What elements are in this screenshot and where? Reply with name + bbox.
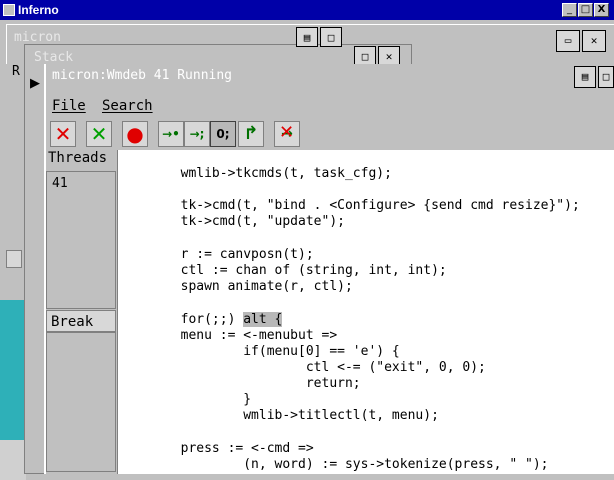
- play-arrow-icon[interactable]: ▶: [30, 76, 40, 91]
- stack-resize-button[interactable]: □: [354, 46, 376, 66]
- code-line: spawn animate(r, ctl);: [118, 279, 353, 294]
- code-line: }: [118, 392, 252, 407]
- kill-button[interactable]: ✕: [50, 121, 76, 147]
- detach-button[interactable]: ✕: [86, 121, 112, 147]
- menu-file[interactable]: File: [52, 98, 86, 114]
- close-button[interactable]: X: [594, 3, 609, 17]
- stack-icon-button[interactable]: ▤: [296, 27, 318, 47]
- source-code-panel[interactable]: wmlib->tkcmds(t, task_cfg); tk->cmd(t, "…: [117, 150, 614, 474]
- break-label: Break: [46, 310, 116, 332]
- code-line: menu := <-menubut =>: [118, 328, 338, 343]
- micron-r-label: R: [12, 64, 20, 79]
- wmdeb-icon-button[interactable]: ▤: [574, 66, 596, 88]
- stack-max-button[interactable]: □: [320, 27, 342, 47]
- threads-label: Threads: [48, 150, 116, 172]
- wmdeb-title: micron:Wmdeb 41 Running: [52, 68, 233, 83]
- code-line: if(menu[0] == 'e') {: [118, 344, 400, 359]
- menu-file-label: File: [52, 98, 86, 114]
- maximize-button[interactable]: □: [578, 3, 593, 17]
- stop-button[interactable]: ●: [122, 121, 148, 147]
- outer-title-bar: Inferno: [0, 0, 614, 20]
- outer-title: Inferno: [18, 3, 59, 17]
- break-list: [46, 332, 116, 472]
- step-into-button[interactable]: →•: [158, 121, 184, 147]
- background-strip: [0, 300, 26, 440]
- clear-breakpoint-button[interactable]: → ✕: [274, 121, 300, 147]
- code-line: ctl := chan of (string, int, int);: [118, 263, 447, 278]
- wmdeb-resize-button[interactable]: □: [598, 66, 614, 88]
- micron-close-button[interactable]: ✕: [582, 30, 606, 52]
- stack-title: Stack: [34, 50, 74, 65]
- thread-item[interactable]: 41: [52, 176, 68, 191]
- menu-search[interactable]: Search: [102, 98, 153, 114]
- code-line-for: for(;;) alt {: [118, 312, 283, 328]
- code-line: tk->cmd(t, "bind . <Configure> {send cmd…: [118, 198, 580, 213]
- clear-x-icon: ✕: [279, 122, 295, 143]
- minimize-button[interactable]: _: [562, 3, 577, 17]
- code-line: tk->cmd(t, "update");: [118, 214, 345, 229]
- code-line-for-text: for(;;): [118, 312, 244, 327]
- code-line: return;: [118, 376, 361, 391]
- scroll-thumb[interactable]: [6, 250, 22, 268]
- step-out-button[interactable]: 0;: [210, 121, 236, 147]
- code-line: (n, word) := sys->tokenize(press, " ");: [118, 457, 549, 472]
- window-menu-icon[interactable]: [3, 4, 15, 16]
- code-line: wmlib->tkcmds(t, task_cfg);: [118, 166, 392, 181]
- stack-close-button[interactable]: ✕: [378, 46, 400, 66]
- code-line: wmlib->titlectl(t, menu);: [118, 408, 439, 423]
- code-line: r := canvposn(t);: [118, 247, 314, 262]
- code-line: ctl <-= ("exit", 0, 0);: [118, 360, 486, 375]
- micron-minimize-button[interactable]: ▭: [556, 30, 580, 52]
- step-over-button[interactable]: →;: [184, 121, 210, 147]
- menu-search-label: Search: [102, 98, 153, 114]
- run-button[interactable]: ↱: [238, 121, 264, 147]
- threads-list: [46, 171, 116, 309]
- background-strip-bottom: [0, 440, 26, 480]
- current-statement-highlight: alt {: [243, 312, 283, 327]
- code-line: press := <-cmd =>: [118, 441, 314, 456]
- bottom-border: [44, 474, 614, 480]
- micron-title: micron: [14, 30, 61, 45]
